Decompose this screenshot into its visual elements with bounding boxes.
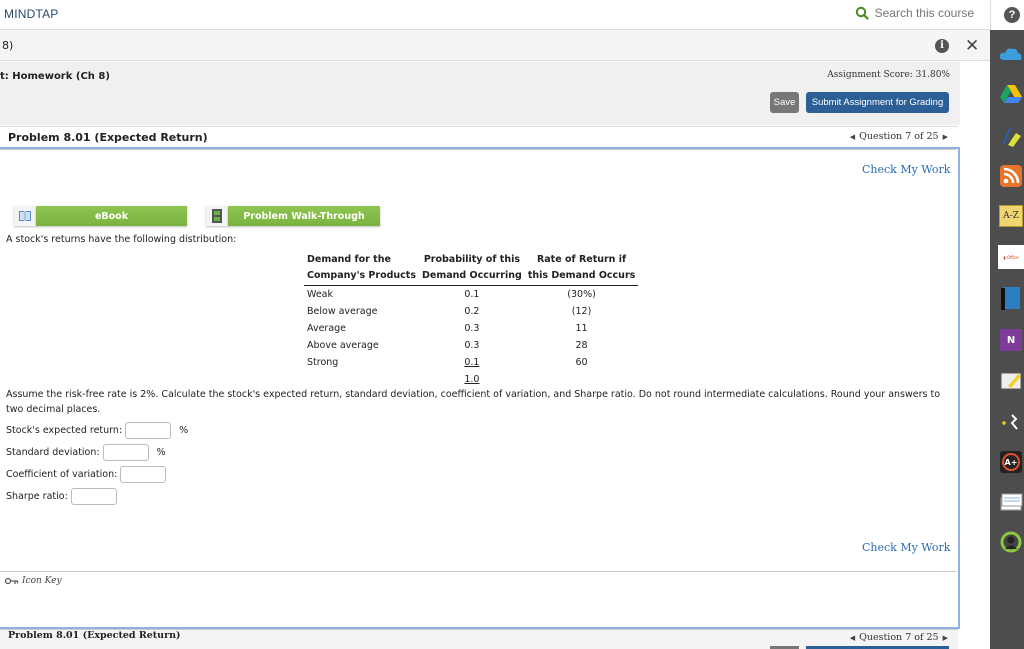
info-icon[interactable]: i	[935, 39, 949, 53]
question-nav-label: Question 7 of 25	[859, 632, 939, 643]
standard-deviation-input[interactable]	[102, 444, 149, 461]
check-my-work-bottom[interactable]: Check My Work	[862, 541, 950, 554]
demand-cell: Average	[307, 323, 347, 334]
return-cell: (30%)	[567, 289, 596, 300]
unit-label: %	[156, 447, 166, 458]
problem-walkthrough-button[interactable]: Problem Walk-Through	[228, 206, 380, 226]
brand-logo[interactable]: MINDTAP	[4, 7, 59, 21]
probability-cell: 0.1	[419, 354, 525, 371]
next-question-icon[interactable]: ▶	[943, 133, 948, 141]
next-question-icon[interactable]: ▶	[943, 634, 948, 642]
glossary-az-icon[interactable]: A-Z	[998, 204, 1024, 228]
question-nav: ◀ Question 7 of 25 ▶	[850, 131, 948, 142]
footer-problem-title: Problem 8.01 (Expected Return)	[8, 630, 181, 641]
return-cell: 28	[575, 340, 588, 351]
column-header: Demand Occurring	[419, 268, 525, 286]
probability-cell: 0.2	[464, 306, 480, 317]
return-distribution-table: Demand for the Probability of this Rate …	[304, 252, 639, 388]
highlighter-icon[interactable]	[998, 124, 1024, 148]
problem-intro: A stock's returns have the following dis…	[6, 234, 237, 245]
notes-icon[interactable]	[998, 368, 1024, 392]
field-label: Sharpe ratio:	[6, 491, 68, 502]
probability-cell: 0.3	[464, 323, 480, 334]
flashcards-icon[interactable]	[998, 490, 1024, 514]
expected-return-input[interactable]	[125, 422, 172, 439]
expected-return-row: Stock's expected return: %	[6, 422, 188, 439]
onenote-icon[interactable]: N	[998, 328, 1024, 352]
progress-icon[interactable]	[998, 530, 1024, 554]
google-drive-icon[interactable]	[998, 82, 1024, 106]
ebook-button[interactable]: eBook	[36, 206, 187, 226]
help-icon[interactable]: ?	[1004, 7, 1020, 23]
prev-question-icon[interactable]: ◀	[850, 634, 855, 642]
column-header: this Demand Occurs	[524, 268, 639, 286]
field-label: Standard deviation:	[6, 447, 100, 458]
return-cell: (12)	[571, 306, 592, 317]
top-bar: MINDTAP Search this course	[0, 0, 990, 30]
sharpe-ratio-row: Sharpe ratio:	[6, 488, 117, 505]
book-icon[interactable]	[998, 286, 1024, 310]
breadcrumb: 8)	[2, 39, 14, 52]
course-nav-bar: 8)	[0, 30, 990, 61]
demand-cell: Below average	[307, 306, 378, 317]
empty-cell	[304, 371, 419, 388]
sharpe-ratio-input[interactable]	[70, 488, 117, 505]
close-icon[interactable]: ✕	[965, 36, 979, 56]
table-row: Strong 0.1 60	[304, 354, 638, 371]
rss-icon[interactable]	[998, 164, 1024, 188]
prev-question-icon[interactable]: ◀	[850, 133, 855, 141]
column-header: Rate of Return if	[536, 254, 627, 265]
empty-cell	[525, 371, 638, 388]
column-header: Probability of this	[423, 254, 520, 265]
return-cell: 11	[575, 323, 588, 334]
instructions: Assume the risk-free rate is 2%. Calcula…	[6, 389, 941, 415]
table-row: Below average 0.2 (12)	[304, 303, 638, 320]
coefficient-of-variation-input[interactable]	[120, 466, 167, 483]
table-row: Average 0.3 11	[304, 320, 638, 337]
demand-cell: Weak	[307, 289, 334, 300]
divider	[0, 571, 956, 572]
search-course[interactable]: Search this course	[855, 6, 974, 20]
search-icon	[855, 6, 869, 20]
question-nav-label: Question 7 of 25	[859, 131, 939, 142]
table-row: Above average 0.3 28	[304, 337, 638, 354]
total-probability-cell: 1.0	[419, 371, 525, 388]
assignment-title: t: Homework (Ch 8)	[0, 71, 110, 82]
demand-cell: Above average	[307, 340, 379, 351]
ebook-icon[interactable]	[14, 206, 36, 226]
demand-cell: Strong	[307, 357, 339, 368]
check-my-work-top[interactable]: Check My Work	[862, 163, 950, 176]
probability-cell: 0.3	[464, 340, 480, 351]
aplia-icon[interactable]: A+	[998, 450, 1024, 474]
search-label: Search this course	[874, 6, 974, 20]
submit-assignment-button[interactable]: Submit Assignment for Grading	[806, 92, 949, 113]
total-probability: 1.0	[464, 374, 480, 385]
assignment-score: Assignment Score: 31.80%	[827, 70, 950, 80]
problem-title: Problem 8.01 (Expected Return)	[8, 131, 208, 144]
standard-deviation-row: Standard deviation: %	[6, 444, 166, 461]
office-icon[interactable]: ▮ Office	[998, 245, 1024, 269]
table-row: Weak 0.1 (30%)	[304, 286, 638, 304]
coefficient-of-variation-row: Coefficient of variation:	[6, 466, 167, 483]
unit-label: %	[179, 425, 189, 436]
probability-value: 0.1	[464, 357, 480, 368]
field-label: Coefficient of variation:	[6, 469, 118, 480]
field-label: Stock's expected return:	[6, 425, 123, 436]
footer-question-nav: ◀ Question 7 of 25 ▶	[850, 632, 948, 643]
icon-key-label: Icon Key	[22, 576, 62, 586]
icon-key[interactable]: Icon Key	[5, 576, 62, 586]
probability-cell: 0.1	[464, 289, 480, 300]
key-icon	[5, 577, 19, 585]
table-row-total: 1.0	[304, 371, 638, 388]
readspeaker-icon[interactable]	[998, 410, 1024, 434]
column-header: Demand for the	[307, 254, 391, 265]
film-icon[interactable]	[206, 206, 228, 226]
return-cell: 60	[575, 357, 588, 368]
onedrive-icon[interactable]	[998, 42, 1024, 66]
column-header: Company's Products	[304, 268, 419, 286]
save-button[interactable]: Save	[770, 92, 799, 113]
